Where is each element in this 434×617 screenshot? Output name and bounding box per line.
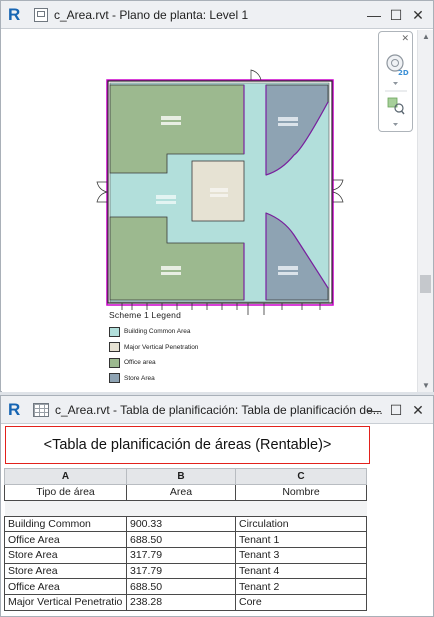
close-button[interactable]: ✕ — [409, 402, 427, 418]
column-letter[interactable]: B — [126, 468, 236, 485]
legend-label: Major Vertical Penetration — [124, 343, 199, 351]
legend-swatch-office — [109, 357, 120, 368]
scroll-down-icon[interactable]: ▼ — [422, 381, 430, 390]
cell-name[interactable]: Core — [235, 594, 367, 611]
plan-window-title: c_Area.rvt - Plano de planta: Level 1 — [54, 7, 249, 22]
cell-area-type[interactable]: Store Area — [4, 547, 127, 564]
cell-area-type[interactable]: Building Common — [4, 515, 127, 533]
cell-area[interactable]: 900.33 — [126, 515, 236, 533]
cell-name[interactable]: Tenant 2 — [235, 578, 367, 596]
cell-area-type[interactable]: Store Area — [4, 562, 127, 580]
schedule-view-icon — [33, 402, 49, 417]
nav-2d-badge: 2D — [398, 69, 409, 77]
column-header[interactable]: Nombre — [235, 484, 367, 501]
zoom-region-icon — [387, 97, 405, 115]
cell-area[interactable]: 317.79 — [126, 562, 236, 580]
column-letter[interactable]: A — [4, 468, 127, 485]
legend-item: Store Area — [109, 371, 198, 387]
maximize-button[interactable]: ☐ — [387, 7, 405, 23]
cell-name[interactable]: Tenant 3 — [235, 547, 367, 564]
column-header[interactable]: Area — [126, 484, 236, 501]
column-letter[interactable]: C — [235, 468, 367, 485]
schedule-title[interactable]: <Tabla de planificación de áreas (Rentab… — [5, 426, 370, 464]
cell-name[interactable]: Circulation — [235, 515, 367, 533]
cell-area[interactable]: 238.28 — [126, 594, 236, 611]
legend-label: Building Common Area — [124, 328, 191, 336]
floor-plan-window: R c_Area.rvt - Plano de planta: Level 1 … — [0, 0, 434, 392]
table-row[interactable]: Store Area 317.79 Tenant 3 — [4, 547, 367, 564]
cell-name[interactable]: Tenant 4 — [235, 562, 367, 580]
cell-area-type[interactable]: Office Area — [4, 578, 127, 596]
schedule-window-title: c_Area.rvt - Tabla de planificación: Tab… — [55, 402, 383, 417]
legend-item: Building Common Area — [109, 324, 198, 340]
revit-logo-icon: R — [8, 399, 21, 419]
table-row[interactable]: Building Common 900.33 Circulation — [4, 515, 367, 533]
navigation-bar: ✕ 2D — [378, 31, 413, 132]
table-row[interactable]: Office Area 688.50 Tenant 1 — [4, 531, 367, 549]
column-header[interactable]: Tipo de área — [4, 484, 127, 501]
legend-item: Office area — [109, 355, 198, 371]
cell-area[interactable]: 688.50 — [126, 531, 236, 549]
scroll-thumb[interactable] — [420, 275, 431, 293]
cell-area-type[interactable]: Office Area — [4, 531, 127, 549]
legend-swatch-common — [109, 326, 120, 337]
schedule-table: A B C Tipo de área Area Nombre Building … — [4, 468, 367, 611]
cell-area-type[interactable]: Major Vertical Penetratio — [4, 594, 127, 611]
floor-plan-drawing — [96, 69, 344, 315]
area-legend: Scheme 1 Legend Building Common Area Maj… — [109, 310, 198, 386]
column-letter-row: A B C — [4, 468, 367, 485]
floor-plan-view-icon — [34, 7, 48, 22]
plan-titlebar[interactable]: R c_Area.rvt - Plano de planta: Level 1 … — [1, 1, 433, 29]
minimize-button[interactable]: — — [365, 402, 383, 418]
scroll-up-icon[interactable]: ▲ — [422, 32, 430, 41]
legend-label: Store Area — [124, 374, 155, 382]
schedule-grid[interactable]: <Tabla de planificación de áreas (Rentab… — [4, 426, 432, 616]
legend-title: Scheme 1 Legend — [109, 310, 181, 320]
cell-area[interactable]: 317.79 — [126, 547, 236, 564]
legend-label: Office area — [124, 359, 156, 367]
schedule-titlebar[interactable]: R c_Area.rvt - Tabla de planificación: T… — [1, 396, 433, 424]
legend-swatch-store — [109, 373, 120, 384]
table-row[interactable]: Office Area 688.50 Tenant 2 — [4, 578, 367, 596]
plan-canvas[interactable]: Scheme 1 Legend Building Common Area Maj… — [2, 30, 417, 392]
table-row[interactable]: Store Area 317.79 Tenant 4 — [4, 562, 367, 580]
minimize-button[interactable]: — — [365, 7, 383, 23]
plan-vertical-scrollbar[interactable]: ▲ ▼ — [417, 30, 433, 392]
maximize-button[interactable]: ☐ — [387, 402, 405, 418]
cell-name[interactable]: Tenant 1 — [235, 531, 367, 549]
legend-swatch-vertical — [109, 342, 120, 353]
schedule-window: R c_Area.rvt - Tabla de planificación: T… — [0, 395, 434, 617]
legend-item: Major Vertical Penetration — [109, 340, 198, 356]
revit-logo-icon: R — [8, 4, 21, 24]
close-button[interactable]: ✕ — [409, 7, 427, 23]
column-header-row: Tipo de área Area Nombre — [4, 484, 367, 501]
table-row[interactable]: Major Vertical Penetratio 238.28 Core — [4, 594, 367, 611]
cell-area[interactable]: 688.50 — [126, 578, 236, 596]
spacer-row — [4, 499, 367, 517]
